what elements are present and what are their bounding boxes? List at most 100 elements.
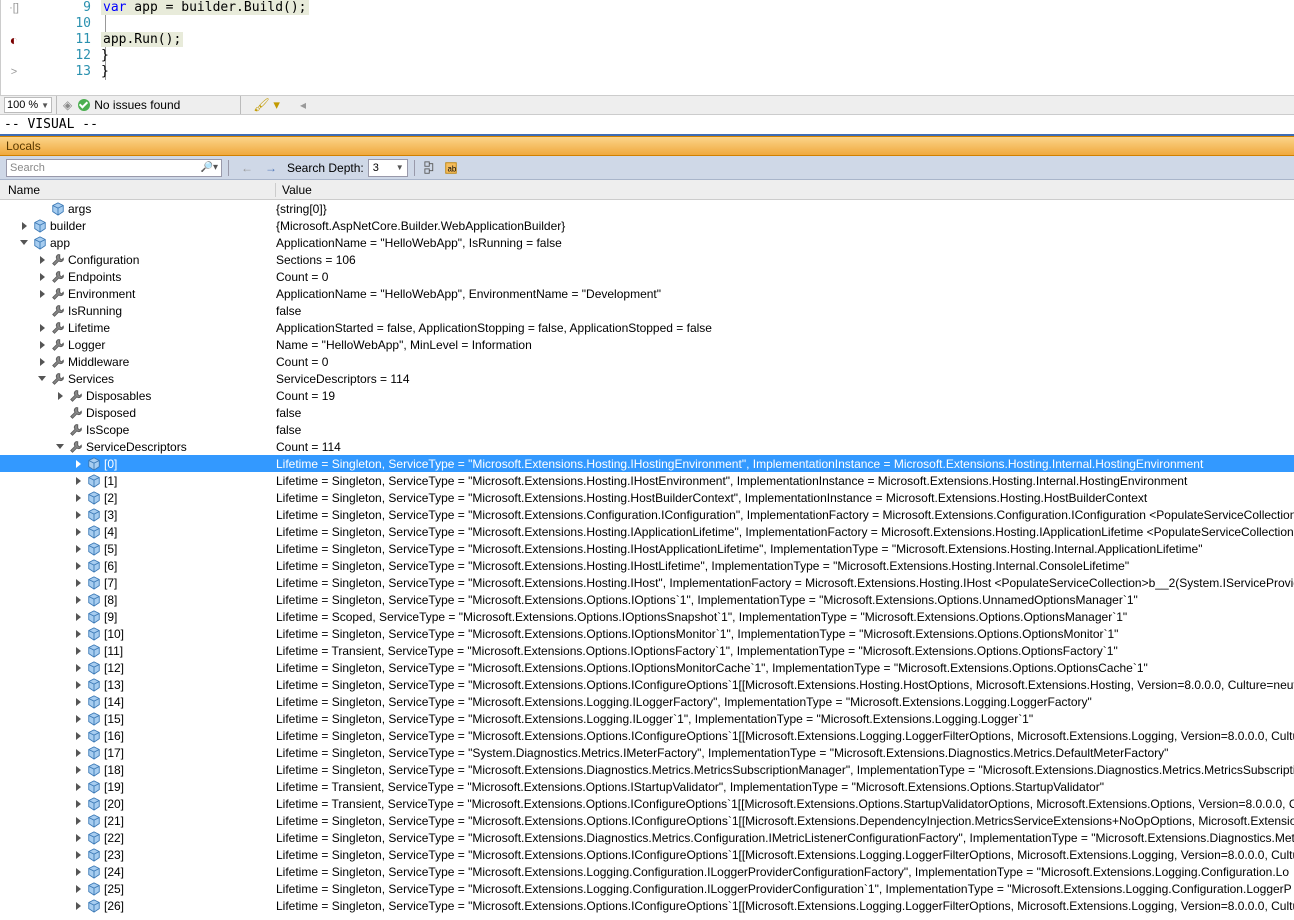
tree-row[interactable]: [23]Lifetime = Singleton, ServiceType = … xyxy=(0,846,1294,863)
tree-row[interactable]: LifetimeApplicationStarted = false, Appl… xyxy=(0,319,1294,336)
expand-icon[interactable] xyxy=(72,696,84,708)
expand-icon[interactable] xyxy=(72,798,84,810)
tree-row[interactable]: [0]Lifetime = Singleton, ServiceType = "… xyxy=(0,455,1294,472)
format-icon[interactable]: 🖌 ▾ xyxy=(253,97,280,113)
breakpoint-icon[interactable]: ◐ xyxy=(1,32,27,48)
nav-prev-icon[interactable]: ◂ xyxy=(300,98,306,112)
forward-icon[interactable]: → xyxy=(265,161,277,175)
tree-row[interactable]: ServiceDescriptorsCount = 114 xyxy=(0,438,1294,455)
tree-row[interactable]: [19]Lifetime = Transient, ServiceType = … xyxy=(0,778,1294,795)
expand-icon[interactable] xyxy=(72,509,84,521)
tree-row[interactable]: [2]Lifetime = Singleton, ServiceType = "… xyxy=(0,489,1294,506)
tree-row[interactable]: [21]Lifetime = Singleton, ServiceType = … xyxy=(0,812,1294,829)
expand-icon[interactable] xyxy=(72,458,84,470)
expand-icon[interactable] xyxy=(18,220,30,232)
tree-row[interactable]: args{string[0]} xyxy=(0,200,1294,217)
expand-icon[interactable] xyxy=(54,424,66,436)
expand-icon[interactable] xyxy=(72,832,84,844)
tree-row[interactable]: [26]Lifetime = Singleton, ServiceType = … xyxy=(0,897,1294,914)
col-value[interactable]: Value xyxy=(276,183,312,197)
tree-row[interactable]: [5]Lifetime = Singleton, ServiceType = "… xyxy=(0,540,1294,557)
tree-row[interactable]: builder{Microsoft.AspNetCore.Builder.Web… xyxy=(0,217,1294,234)
tree-row[interactable]: [11]Lifetime = Transient, ServiceType = … xyxy=(0,642,1294,659)
expand-icon[interactable] xyxy=(36,339,48,351)
tree-row[interactable]: EnvironmentApplicationName = "HelloWebAp… xyxy=(0,285,1294,302)
expand-icon[interactable] xyxy=(72,577,84,589)
tree-row[interactable]: IsRunningfalse xyxy=(0,302,1294,319)
tree-row[interactable]: [1]Lifetime = Singleton, ServiceType = "… xyxy=(0,472,1294,489)
expand-icon[interactable] xyxy=(72,679,84,691)
expand-icon[interactable] xyxy=(36,288,48,300)
expand-icon[interactable] xyxy=(72,764,84,776)
tree-row[interactable]: [20]Lifetime = Transient, ServiceType = … xyxy=(0,795,1294,812)
expand-icon[interactable] xyxy=(36,322,48,334)
tree-row[interactable]: LoggerName = "HelloWebApp", MinLevel = I… xyxy=(0,336,1294,353)
expand-icon[interactable] xyxy=(72,747,84,759)
expand-icon[interactable] xyxy=(72,492,84,504)
tree-row[interactable]: appApplicationName = "HelloWebApp", IsRu… xyxy=(0,234,1294,251)
tree-row[interactable]: [16]Lifetime = Singleton, ServiceType = … xyxy=(0,727,1294,744)
expand-icon[interactable] xyxy=(72,662,84,674)
tree-row[interactable]: [18]Lifetime = Singleton, ServiceType = … xyxy=(0,761,1294,778)
expand-icon[interactable] xyxy=(54,441,66,453)
expand-icon[interactable] xyxy=(72,645,84,657)
tree-row[interactable]: [8]Lifetime = Singleton, ServiceType = "… xyxy=(0,591,1294,608)
toggle-icon[interactable]: ◈ xyxy=(63,98,72,112)
tree-row[interactable]: ConfigurationSections = 106 xyxy=(0,251,1294,268)
tree-row[interactable]: [12]Lifetime = Singleton, ServiceType = … xyxy=(0,659,1294,676)
tree-row[interactable]: EndpointsCount = 0 xyxy=(0,268,1294,285)
expand-icon[interactable] xyxy=(36,271,48,283)
expand-icon[interactable] xyxy=(72,611,84,623)
expand-icon[interactable] xyxy=(36,373,48,385)
expand-icon[interactable] xyxy=(72,866,84,878)
expand-icon[interactable] xyxy=(72,560,84,572)
search-input[interactable]: Search 🔎▾ xyxy=(6,159,222,177)
tree-row[interactable]: ServicesServiceDescriptors = 114 xyxy=(0,370,1294,387)
tree-view-icon[interactable] xyxy=(422,159,440,177)
expand-icon[interactable] xyxy=(72,713,84,725)
tree-row[interactable]: IsScopefalse xyxy=(0,421,1294,438)
expand-icon[interactable] xyxy=(36,254,48,266)
expand-icon[interactable] xyxy=(72,475,84,487)
highlight-icon[interactable]: ab xyxy=(442,159,460,177)
back-icon[interactable]: ← xyxy=(241,161,253,175)
tree-row[interactable]: [4]Lifetime = Singleton, ServiceType = "… xyxy=(0,523,1294,540)
zoom-selector[interactable]: 100 %▼ xyxy=(0,96,57,114)
issues-status[interactable]: No issues found xyxy=(78,98,180,112)
expand-icon[interactable] xyxy=(36,203,48,215)
search-icon[interactable]: 🔎▾ xyxy=(201,162,218,173)
tree-row[interactable]: MiddlewareCount = 0 xyxy=(0,353,1294,370)
expand-icon[interactable] xyxy=(72,815,84,827)
expand-icon[interactable] xyxy=(72,849,84,861)
tree-row[interactable]: [15]Lifetime = Singleton, ServiceType = … xyxy=(0,710,1294,727)
tree-row[interactable]: [14]Lifetime = Singleton, ServiceType = … xyxy=(0,693,1294,710)
tree-row[interactable]: [25]Lifetime = Singleton, ServiceType = … xyxy=(0,880,1294,897)
depth-selector[interactable]: 3▼ xyxy=(368,159,408,177)
tree-row[interactable]: [7]Lifetime = Singleton, ServiceType = "… xyxy=(0,574,1294,591)
locals-panel-header[interactable]: Locals xyxy=(0,136,1294,156)
tree-row[interactable]: [17]Lifetime = Singleton, ServiceType = … xyxy=(0,744,1294,761)
tree-row[interactable]: [9]Lifetime = Scoped, ServiceType = "Mic… xyxy=(0,608,1294,625)
tree-row[interactable]: [10]Lifetime = Singleton, ServiceType = … xyxy=(0,625,1294,642)
expand-icon[interactable] xyxy=(72,730,84,742)
expand-icon[interactable] xyxy=(72,543,84,555)
expand-icon[interactable] xyxy=(72,526,84,538)
expand-icon[interactable] xyxy=(72,594,84,606)
locals-tree[interactable]: args{string[0]}builder{Microsoft.AspNetC… xyxy=(0,200,1294,914)
tree-row[interactable]: [6]Lifetime = Singleton, ServiceType = "… xyxy=(0,557,1294,574)
expand-icon[interactable] xyxy=(36,356,48,368)
tree-row[interactable]: [13]Lifetime = Singleton, ServiceType = … xyxy=(0,676,1294,693)
expand-icon[interactable] xyxy=(72,781,84,793)
tree-row[interactable]: [22]Lifetime = Singleton, ServiceType = … xyxy=(0,829,1294,846)
expand-icon[interactable] xyxy=(72,628,84,640)
code-editor[interactable]: ·[] ◐ > 9 var app = builder.Build();1011… xyxy=(0,0,1294,95)
expand-icon[interactable] xyxy=(54,407,66,419)
expand-icon[interactable] xyxy=(36,305,48,317)
tree-row[interactable]: Disposedfalse xyxy=(0,404,1294,421)
expand-icon[interactable] xyxy=(18,237,30,249)
col-name[interactable]: Name xyxy=(0,183,276,197)
expand-icon[interactable] xyxy=(54,390,66,402)
tree-row[interactable]: [3]Lifetime = Singleton, ServiceType = "… xyxy=(0,506,1294,523)
tree-row[interactable]: DisposablesCount = 19 xyxy=(0,387,1294,404)
expand-icon[interactable] xyxy=(72,883,84,895)
